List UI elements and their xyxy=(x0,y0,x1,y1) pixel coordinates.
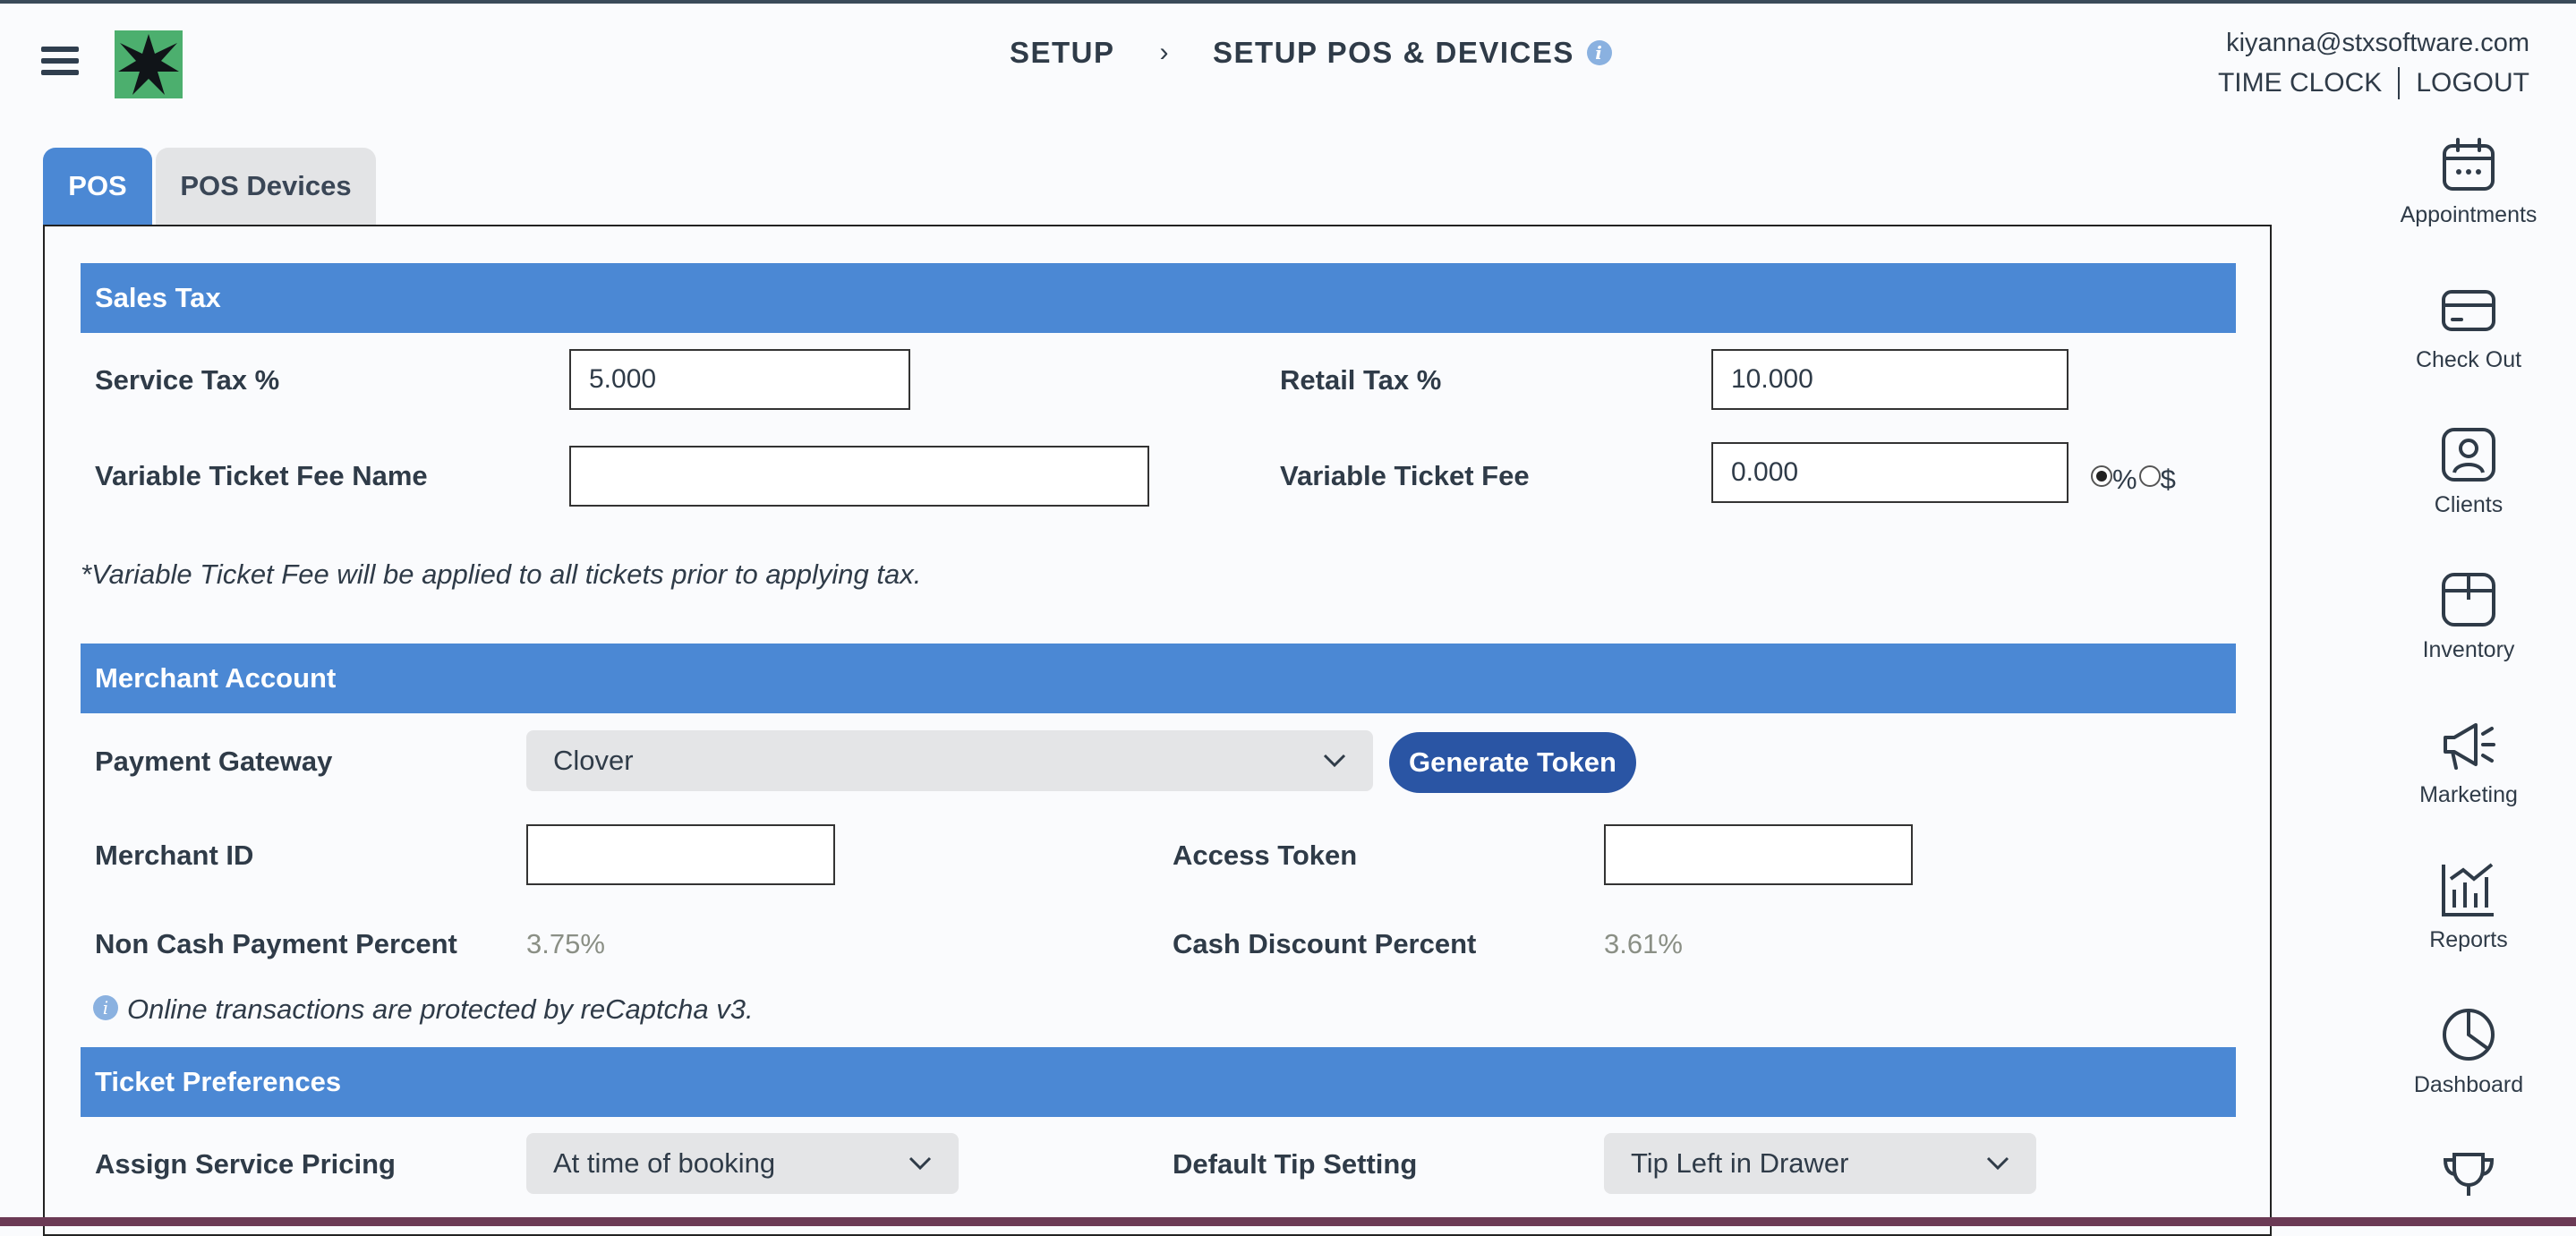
sidebar-item-inventory[interactable]: Inventory xyxy=(2365,571,2572,663)
merchant-id-input[interactable] xyxy=(526,824,835,885)
fee-unit-radio-group: % $ xyxy=(2091,456,2176,496)
hamburger-menu-icon[interactable] xyxy=(41,43,79,79)
default-tip-value: Tip Left in Drawer xyxy=(1631,1147,1849,1179)
fee-percent-radio[interactable] xyxy=(2091,465,2112,487)
chevron-down-icon xyxy=(1323,754,1346,768)
sidebar-item-reports[interactable]: Reports xyxy=(2365,861,2572,953)
logout-link[interactable]: LOGOUT xyxy=(2416,68,2529,98)
box-icon xyxy=(2442,573,2495,627)
calendar-icon xyxy=(2443,138,2495,191)
retail-tax-label: Retail Tax % xyxy=(1280,364,1442,396)
generate-token-button[interactable]: Generate Token xyxy=(1389,732,1636,793)
sidebar-item-label: Appointments xyxy=(2400,202,2538,227)
breadcrumb-setup[interactable]: SETUP xyxy=(1010,36,1115,70)
window-top-border xyxy=(0,0,2576,4)
user-email: kiyanna@stxsoftware.com xyxy=(2226,29,2529,57)
payment-gateway-value: Clover xyxy=(553,745,634,776)
retail-tax-input[interactable] xyxy=(1711,349,2068,410)
section-header-merchant-account: Merchant Account xyxy=(81,644,2236,713)
tab-pos[interactable]: POS xyxy=(43,148,152,225)
section-header-sales-tax: Sales Tax xyxy=(81,263,2236,333)
access-token-label: Access Token xyxy=(1173,840,1358,871)
sidebar-item-appointments[interactable]: Appointments xyxy=(2365,136,2572,228)
trophy-icon xyxy=(2443,1153,2495,1196)
credit-card-icon xyxy=(2442,290,2495,331)
pie-icon xyxy=(2443,1009,2495,1061)
chevron-down-icon xyxy=(1986,1156,2009,1171)
sidebar-item-label: Marketing xyxy=(2419,782,2518,807)
default-tip-select[interactable]: Tip Left in Drawer xyxy=(1604,1133,2036,1194)
merchant-id-label: Merchant ID xyxy=(95,840,254,871)
sidebar-item-clients[interactable]: Clients xyxy=(2365,426,2572,518)
fee-note: *Variable Ticket Fee will be applied to … xyxy=(81,558,922,590)
sidebar-item-check-out[interactable]: Check Out xyxy=(2365,281,2572,373)
fee-percent-label: % xyxy=(2112,464,2137,495)
recaptcha-info-icon: i xyxy=(93,995,118,1020)
sidebar-item-label: Clients xyxy=(2434,492,2503,517)
non-cash-percent-label: Non Cash Payment Percent xyxy=(95,928,457,959)
fee-name-label: Variable Ticket Fee Name xyxy=(95,460,428,491)
sidebar-item-label: Check Out xyxy=(2415,347,2522,372)
payment-gateway-select[interactable]: Clover xyxy=(526,730,1373,791)
megaphone-icon xyxy=(2444,723,2495,770)
user-menu: kiyanna@stxsoftware.com TIME CLOCK LOGOU… xyxy=(2218,29,2529,99)
assign-service-pricing-value: At time of booking xyxy=(553,1147,776,1179)
service-tax-input[interactable] xyxy=(569,349,910,410)
section-header-ticket-preferences: Ticket Preferences xyxy=(81,1047,2236,1117)
tab-pos-devices[interactable]: POS Devices xyxy=(156,148,376,225)
fee-dollar-label: $ xyxy=(2160,464,2176,495)
app-logo[interactable] xyxy=(115,30,183,98)
breadcrumb: SETUP › SETUP POS & DEVICES i xyxy=(1010,36,1612,70)
service-tax-label: Service Tax % xyxy=(95,364,280,396)
cash-discount-label: Cash Discount Percent xyxy=(1173,928,1477,959)
variable-fee-label: Variable Ticket Fee xyxy=(1280,460,1530,491)
breadcrumb-separator: › xyxy=(1159,38,1171,67)
breadcrumb-current: SETUP POS & DEVICES xyxy=(1213,36,1574,69)
non-cash-percent-value: 3.75% xyxy=(526,928,605,959)
assign-service-pricing-select[interactable]: At time of booking xyxy=(526,1133,959,1194)
sidebar-item-label: Reports xyxy=(2429,927,2508,952)
default-tip-label: Default Tip Setting xyxy=(1173,1148,1418,1180)
chart-icon xyxy=(2442,863,2494,916)
time-clock-link[interactable]: TIME CLOCK xyxy=(2218,68,2382,98)
cash-discount-value: 3.61% xyxy=(1604,928,1683,959)
recaptcha-note: Online transactions are protected by reC… xyxy=(127,993,754,1025)
sidebar-item-rewards[interactable] xyxy=(2365,1149,2572,1206)
window-bottom-edge xyxy=(0,1217,2576,1226)
sidebar-item-label: Dashboard xyxy=(2413,1072,2524,1097)
chevron-down-icon xyxy=(908,1156,932,1171)
fee-dollar-radio[interactable] xyxy=(2138,465,2161,487)
sidebar-item-label: Inventory xyxy=(2422,637,2515,662)
access-token-input[interactable] xyxy=(1604,824,1913,885)
payment-gateway-label: Payment Gateway xyxy=(95,746,333,777)
sidebar-item-marketing[interactable]: Marketing xyxy=(2365,716,2572,808)
assign-service-pricing-label: Assign Service Pricing xyxy=(95,1148,396,1180)
sidebar-item-dashboard[interactable]: Dashboard xyxy=(2365,1006,2572,1098)
variable-fee-input[interactable] xyxy=(1711,442,2068,503)
client-icon xyxy=(2442,428,2495,482)
divider xyxy=(2398,67,2401,99)
info-icon[interactable]: i xyxy=(1586,40,1612,65)
fee-name-input[interactable] xyxy=(569,446,1149,507)
